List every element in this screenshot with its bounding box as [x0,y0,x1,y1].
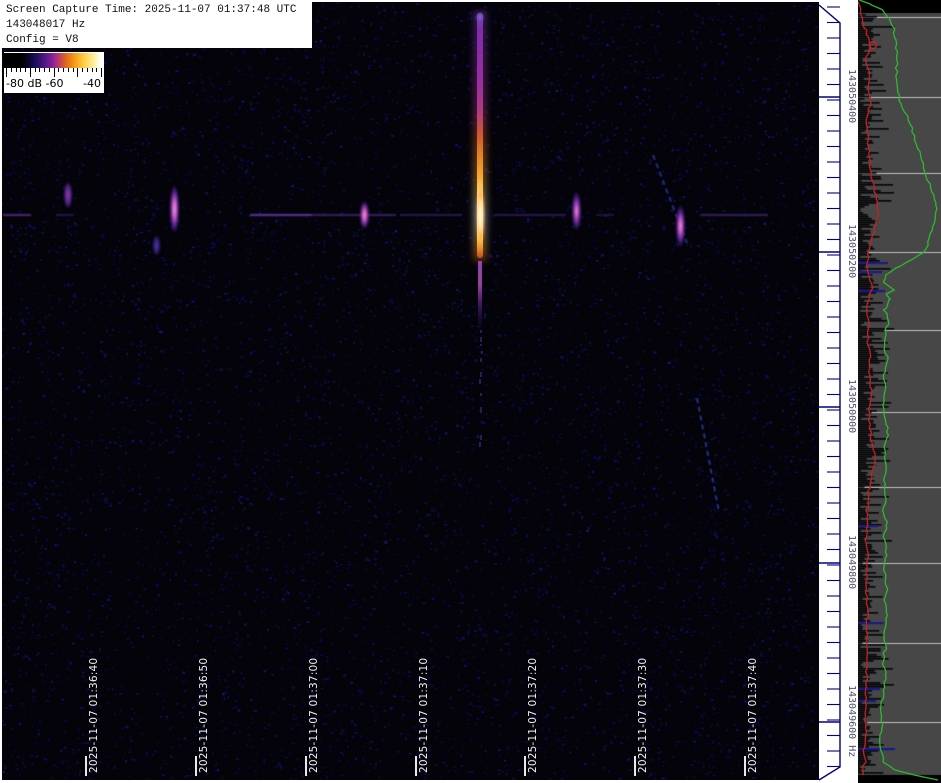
screen-capture: 2025-11-07 01:36:40 2025-11-07 01:36:50 20… [0,0,941,783]
colorbar-tick [49,68,50,72]
main-echo-faint-dash [480,330,482,333]
colorbar-tick [101,68,102,77]
capture-info-box: Screen Capture Time: 2025-11-07 01:37:48… [2,2,312,48]
carrier-segment [400,214,462,216]
satellite-trails [0,0,819,783]
freq-axis-label: 143049800 [846,535,857,589]
carrier-segment [3,214,31,216]
colorbar-tick [58,68,59,72]
main-echo-faint-dash [480,407,482,413]
main-echo-faint-dash [480,435,482,440]
colorbar-label-left: -80 dB -60 [6,77,63,90]
spectrum-panel [858,0,941,783]
colorbar-tick [68,68,69,72]
capture-time-text: Screen Capture Time: 2025-11-07 01:37:48… [6,3,312,18]
carrier-segment [56,214,74,216]
freq-axis-label: 143049600 Hz [846,685,857,757]
colorbar-tick [82,68,83,72]
carrier-segment [700,214,768,216]
colorbar-tick [16,68,17,72]
red-average-curve [858,0,879,775]
colorbar-tick [6,68,7,77]
colorbar-tick [92,68,93,72]
time-axis-label: 2025-11-07 01:36:50 [198,658,210,773]
colorbar-tick [35,68,36,72]
time-tick [524,756,526,776]
left-border [0,0,2,783]
frequency-text: 143048017 Hz [6,18,312,33]
time-axis-label: 2025-11-07 01:36:40 [88,658,100,773]
main-echo-faint-dash [480,337,482,342]
frequency-axis: 143050400 143050200 143050000 143049800 1430… [819,0,858,783]
time-tick [415,756,417,776]
colorbar-tick [87,68,88,72]
colorbar-labels: -80 dB -60 -40 [4,77,104,91]
carrier-segment [250,214,312,216]
time-tick [634,756,636,776]
colorbar-gradient [4,53,104,68]
colorbar-tick [77,68,78,77]
main-echo-faint-dash [480,358,482,362]
main-echo-faint-dash [480,344,482,346]
time-axis-label: 2025-11-07 01:37:40 [747,658,759,773]
main-echo-hotspot [476,185,485,246]
main-echo-faint-dash [480,372,482,377]
colorbar-tick [30,68,31,77]
main-echo-faint-dash [479,442,481,447]
spectrum-curves [858,0,941,783]
echo-blip [152,234,161,257]
colorbar-tick [25,68,26,72]
time-tick [744,756,746,776]
time-tick [195,756,197,776]
time-axis-label: 2025-11-07 01:37:10 [418,658,430,773]
waterfall-spectrogram: 2025-11-07 01:36:40 2025-11-07 01:36:50 20… [0,0,819,783]
echo-blip [169,182,180,236]
colorbar-tick [73,68,74,72]
echo-blip [675,202,686,250]
colorbar-tick [44,68,45,72]
green-spectrum-curve [859,0,938,780]
time-axis-label: 2025-11-07 01:37:30 [637,658,649,773]
time-axis-label: 2025-11-07 01:37:20 [527,658,539,773]
config-text: Config = V8 [6,33,312,48]
carrier-segment [494,214,566,216]
echo-blip [63,180,73,210]
main-echo-head [476,12,484,23]
time-tick [85,756,87,776]
time-tick [305,756,307,776]
freq-axis-label: 143050200 [846,224,857,278]
carrier-segment [312,214,396,216]
trail-line [697,398,719,512]
colorbar-label-right: -40 [83,77,101,90]
axis-line [819,5,840,780]
colorbar-tick [39,68,40,72]
carrier-segment [596,214,614,216]
intensity-colorbar: -80 dB -60 -40 [4,52,104,93]
colorbar-tick [96,68,97,72]
freq-axis-label: 143050000 [846,379,857,433]
main-echo-faint-dash [481,351,483,354]
echo-blip [571,189,582,233]
colorbar-tick [20,68,21,72]
colorbar-tick [54,68,55,77]
echo-blip [359,199,370,231]
main-echo-faint-dash [479,379,481,384]
colorbar-tick [63,68,64,72]
colorbar-tick [11,68,12,72]
freq-axis-label: 143050400 [846,69,857,123]
main-echo-tail [478,261,482,330]
time-axis-label: 2025-11-07 01:37:00 [308,658,320,773]
main-echo-faint-dash [480,393,482,396]
